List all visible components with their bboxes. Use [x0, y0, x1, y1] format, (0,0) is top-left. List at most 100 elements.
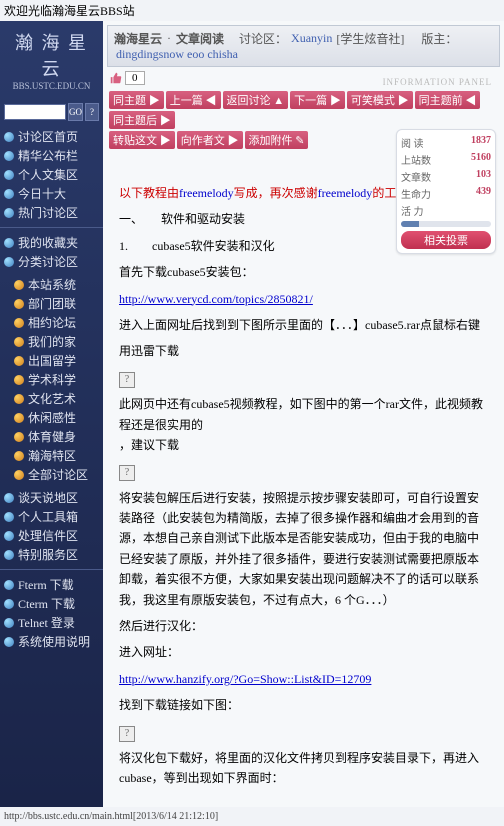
- nav-item[interactable]: Cterm 下载: [0, 594, 103, 613]
- info-panel-label: INFORMATION PANEL: [383, 77, 492, 87]
- bullet-icon: [14, 280, 24, 290]
- search-input[interactable]: [4, 104, 66, 120]
- site-name: 瀚海星云: [114, 30, 162, 47]
- nav-item[interactable]: 部门团联: [10, 294, 103, 313]
- nav-item-label: Cterm 下载: [18, 595, 75, 612]
- nav-item[interactable]: 热门讨论区: [0, 203, 103, 222]
- nav-item[interactable]: 本站系统: [10, 275, 103, 294]
- nav-item-label: 讨论区首页: [18, 128, 78, 145]
- bullet-icon: [4, 257, 14, 267]
- nav-item-label: 体育健身: [28, 428, 76, 445]
- image-placeholder-icon: ?: [119, 465, 135, 481]
- nav-item-label: 个人工具箱: [18, 508, 78, 525]
- toolbar-button[interactable]: 可笑模式 ▶: [347, 91, 413, 109]
- nav-item-label: Telnet 登录: [18, 614, 75, 631]
- nav-item[interactable]: Fterm 下载: [0, 575, 103, 594]
- nav-item[interactable]: 出国留学: [10, 351, 103, 370]
- download-link-1[interactable]: http://www.verycd.com/topics/2850821/: [119, 292, 313, 306]
- bullet-icon: [4, 637, 14, 647]
- toolbar-button[interactable]: 下一篇 ▶: [290, 91, 345, 109]
- bullet-icon: [14, 394, 24, 404]
- related-vote-button[interactable]: 相关投票: [401, 231, 491, 249]
- nav-item[interactable]: 相约论坛: [10, 313, 103, 332]
- nav-item-label: 文化艺术: [28, 390, 76, 407]
- section-name: 文章阅读: [176, 30, 224, 47]
- nav-item-label: 休闲感性: [28, 409, 76, 426]
- bullet-icon: [4, 493, 14, 503]
- site-logo: 瀚 海 星 云 BBS.USTC.EDU.CN: [0, 21, 103, 99]
- owner-label: 版主：: [421, 30, 457, 47]
- nav-item[interactable]: 瀚海特区: [10, 446, 103, 465]
- toolbar-button[interactable]: 同主题前 ◀: [415, 91, 481, 109]
- nav-item[interactable]: 文化艺术: [10, 389, 103, 408]
- nav-item[interactable]: 休闲感性: [10, 408, 103, 427]
- forum-desc: [学生炫音社]: [336, 30, 404, 47]
- nav-item-label: Fterm 下载: [18, 576, 74, 593]
- toolbar-button[interactable]: 同主题 ▶: [109, 91, 164, 109]
- bullet-icon: [4, 208, 14, 218]
- nav-item[interactable]: 今日十大: [0, 184, 103, 203]
- download-link-2[interactable]: http://www.hanzify.org/?Go=Show::List&ID…: [119, 672, 371, 686]
- nav-item[interactable]: 体育健身: [10, 427, 103, 446]
- nav-item-label: 瀚海特区: [28, 447, 76, 464]
- image-placeholder-icon: ?: [119, 726, 135, 742]
- toolbar-button[interactable]: 添加附件 ✎: [245, 131, 309, 149]
- stats-box: 阅 读1837 上站数5160 文章数103 生命力439 活 力 相关投票: [396, 129, 496, 254]
- sidebar: 瀚 海 星 云 BBS.USTC.EDU.CN GO ? 讨论区首页精华公布栏个…: [0, 21, 103, 807]
- bullet-icon: [14, 375, 24, 385]
- bullet-icon: [4, 512, 14, 522]
- nav-item[interactable]: 学术科学: [10, 370, 103, 389]
- nav-item[interactable]: 分类讨论区: [0, 252, 103, 271]
- nav-item[interactable]: 精华公布栏: [0, 146, 103, 165]
- bullet-icon: [14, 470, 24, 480]
- footer-url: http://bbs.ustc.edu.cn/main.html[2013/6/…: [0, 807, 504, 826]
- thumb-up-icon[interactable]: [109, 71, 123, 85]
- bullet-icon: [4, 132, 14, 142]
- nav-item[interactable]: 我们的家: [10, 332, 103, 351]
- search-go-button[interactable]: GO: [68, 103, 83, 121]
- nav-item[interactable]: Telnet 登录: [0, 613, 103, 632]
- toolbar-button[interactable]: 上一篇 ◀: [166, 91, 221, 109]
- nav-item-label: 我的收藏夹: [18, 234, 78, 251]
- nav-item[interactable]: 个人文集区: [0, 165, 103, 184]
- nav-item-label: 出国留学: [28, 352, 76, 369]
- nav-item-label: 我们的家: [28, 333, 76, 350]
- nav-item-label: 部门团联: [28, 295, 76, 312]
- toolbar-button[interactable]: 同主题后 ▶: [109, 111, 175, 129]
- nav-item[interactable]: 全部讨论区: [10, 465, 103, 484]
- nav-item[interactable]: 处理信件区: [0, 526, 103, 545]
- nav-item-label: 谈天说地区: [18, 489, 78, 506]
- bullet-icon: [4, 238, 14, 248]
- bullet-icon: [14, 432, 24, 442]
- bullet-icon: [14, 337, 24, 347]
- welcome-text: 欢迎光临瀚海星云BBS站: [0, 0, 504, 21]
- nav-item-label: 系统使用说明: [18, 633, 90, 650]
- owner-link[interactable]: dingdingsnow eoo chisha: [116, 47, 238, 62]
- nav-item[interactable]: 特别服务区: [0, 545, 103, 564]
- bullet-icon: [14, 413, 24, 423]
- nav-item[interactable]: 我的收藏夹: [0, 233, 103, 252]
- nav-item-label: 今日十大: [18, 185, 66, 202]
- recommend-count: 0: [125, 71, 145, 85]
- bullet-icon: [4, 531, 14, 541]
- bullet-icon: [4, 580, 14, 590]
- toolbar-button[interactable]: 转贴这文 ▶: [109, 131, 175, 149]
- forum-link[interactable]: Xuanyin: [291, 31, 332, 46]
- search-help-button[interactable]: ?: [85, 103, 99, 121]
- toolbar-button[interactable]: 向作者文 ▶: [177, 131, 243, 149]
- toolbar-button[interactable]: 返回讨论 ▲: [223, 91, 289, 109]
- nav-item-label: 特别服务区: [18, 546, 78, 563]
- nav-item[interactable]: 谈天说地区: [0, 488, 103, 507]
- nav-item-label: 处理信件区: [18, 527, 78, 544]
- nav-item[interactable]: 系统使用说明: [0, 632, 103, 651]
- bullet-icon: [14, 451, 24, 461]
- bullet-icon: [14, 318, 24, 328]
- bullet-icon: [4, 151, 14, 161]
- bullet-icon: [4, 599, 14, 609]
- nav-item[interactable]: 个人工具箱: [0, 507, 103, 526]
- nav-item-label: 全部讨论区: [28, 466, 88, 483]
- image-placeholder-icon: ?: [119, 372, 135, 388]
- nav-item[interactable]: 讨论区首页: [0, 127, 103, 146]
- nav-item-label: 热门讨论区: [18, 204, 78, 221]
- nav-item-label: 本站系统: [28, 276, 76, 293]
